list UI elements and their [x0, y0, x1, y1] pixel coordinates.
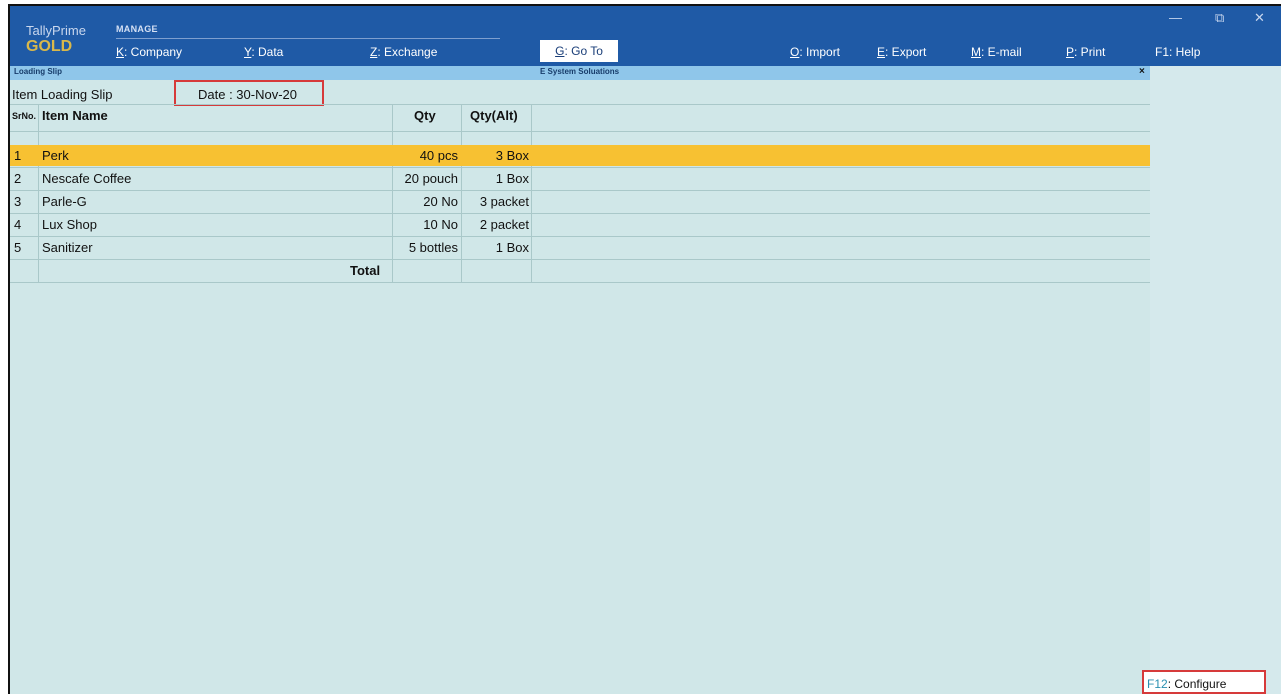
row-qty-alt: 2 packet	[479, 217, 529, 232]
row-srno: 4	[14, 217, 22, 232]
table-row[interactable]: 4 Lux Shop 10 No 2 packet	[10, 214, 1150, 235]
row-item-name: Parle-G	[42, 194, 87, 209]
row-srno: 2	[14, 171, 22, 186]
menu-company[interactable]: K: Company	[116, 45, 182, 59]
report-name: Loading Slip	[14, 67, 62, 76]
divider	[10, 104, 1150, 105]
row-srno: 1	[14, 148, 22, 163]
row-srno: 5	[14, 240, 22, 255]
table-row[interactable]: 5 Sanitizer 5 bottles 1 Box	[10, 237, 1150, 258]
row-qty: 20 No	[423, 194, 458, 209]
close-report-icon[interactable]: ×	[1139, 66, 1145, 77]
row-divider	[10, 282, 1150, 283]
menu-print[interactable]: P: Print	[1066, 45, 1105, 59]
top-bar: TallyPrime GOLD MANAGE K: Company Y: Dat…	[10, 6, 1281, 66]
row-item-name: Lux Shop	[42, 217, 97, 232]
row-qty-alt: 1 Box	[495, 240, 529, 255]
brand-name: TallyPrime	[26, 23, 86, 38]
table-row[interactable]: 1 Perk 40 pcs 3 Box	[10, 145, 1150, 166]
row-qty-alt: 1 Box	[495, 171, 529, 186]
restore-icon[interactable]: ⧉	[1215, 10, 1224, 26]
menu-import[interactable]: O: Import	[790, 45, 840, 59]
company-name: E System Soluations	[540, 67, 620, 76]
row-qty: 40 pcs	[419, 148, 458, 163]
header-divider	[10, 131, 1150, 132]
col-header-qty: Qty	[414, 108, 436, 123]
col-header-item-name: Item Name	[42, 108, 108, 123]
report-title: Item Loading Slip	[12, 87, 113, 102]
total-label: Total	[350, 263, 381, 278]
table-row[interactable]: 2 Nescafe Coffee 20 pouch 1 Box	[10, 168, 1150, 189]
button-bar	[1150, 66, 1281, 694]
menu-email[interactable]: M: E-mail	[971, 45, 1022, 59]
row-item-name: Nescafe Coffee	[42, 171, 132, 186]
menu-exchange[interactable]: Z: Exchange	[370, 45, 437, 59]
report-body: Item Loading Slip Date : 30-Nov-20 SrNo.…	[10, 80, 1150, 694]
row-qty-alt: 3 Box	[495, 148, 529, 163]
report-date[interactable]: Date : 30-Nov-20	[198, 87, 297, 102]
col-header-srno: SrNo.	[12, 111, 37, 121]
configure-label: : Configure	[1167, 677, 1227, 691]
menu-export[interactable]: E: Export	[877, 45, 926, 59]
tally-window: TallyPrime GOLD MANAGE K: Company Y: Dat…	[8, 4, 1281, 694]
section-divider	[116, 38, 500, 39]
row-item-name: Perk	[42, 148, 69, 163]
row-qty: 5 bottles	[408, 240, 458, 255]
col-header-qty-alt: Qty(Alt)	[470, 108, 518, 123]
row-item-name: Sanitizer	[42, 240, 93, 255]
total-row: Total	[10, 260, 1150, 281]
menu-help[interactable]: F1: Help	[1155, 45, 1200, 59]
menu-data[interactable]: Y: Data	[244, 45, 283, 59]
row-qty: 20 pouch	[404, 171, 459, 186]
goto-button[interactable]: G: Go To	[540, 40, 618, 62]
close-icon[interactable]: ✕	[1254, 10, 1265, 26]
minimize-icon[interactable]: —	[1169, 10, 1182, 25]
section-label: MANAGE	[116, 24, 158, 34]
configure-key: F12	[1147, 677, 1168, 691]
table-row[interactable]: 3 Parle-G 20 No 3 packet	[10, 191, 1150, 212]
row-qty-alt: 3 packet	[479, 194, 529, 209]
row-qty: 10 No	[423, 217, 458, 232]
row-srno: 3	[14, 194, 22, 209]
configure-button[interactable]: F12: Configure	[1142, 670, 1266, 694]
report-strip: Loading Slip E System Soluations ×	[10, 66, 1150, 80]
brand-edition: GOLD	[26, 38, 73, 55]
